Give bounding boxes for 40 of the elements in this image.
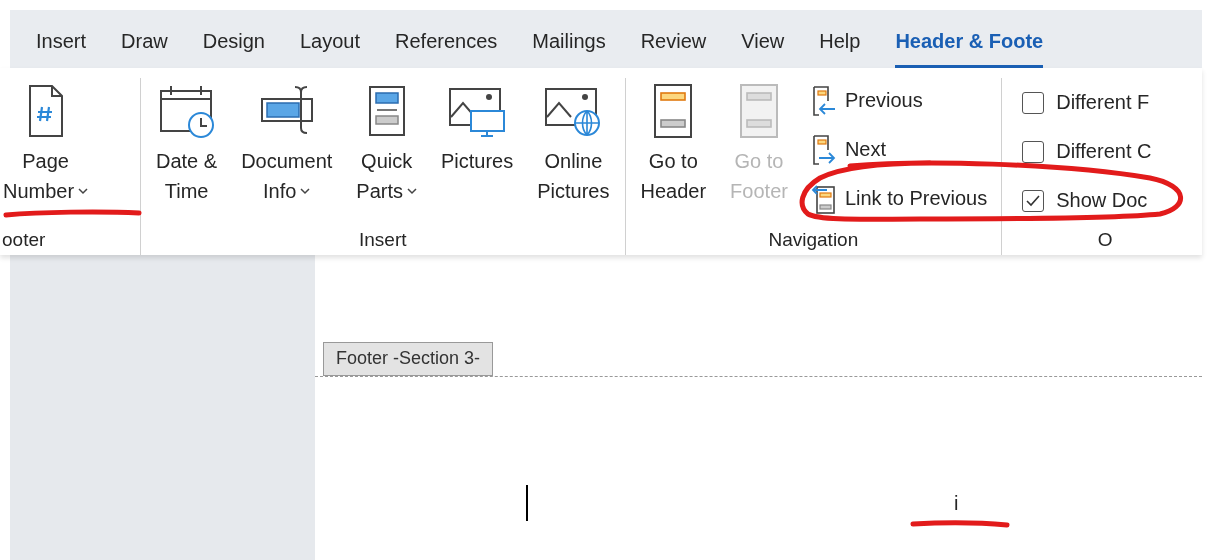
ribbon-tab[interactable]: Help: [819, 12, 861, 68]
ribbon-tab[interactable]: Insert: [36, 12, 87, 68]
ribbon-tab[interactable]: View: [741, 12, 785, 68]
ribbon-button[interactable]: Previous: [810, 83, 988, 118]
ribbon-button[interactable]: Link to Previous: [810, 181, 988, 216]
footer-page-icon: [737, 83, 781, 139]
ribbon-tab[interactable]: Design: [202, 12, 265, 68]
ribbon-button[interactable]: Next: [810, 132, 988, 167]
group-label: Navigation: [767, 228, 860, 252]
page-arrow-left-icon: [810, 84, 837, 117]
chevron-icon: [407, 187, 417, 195]
checkbox-label: Different F: [1056, 91, 1150, 114]
ribbon-button[interactable]: Quick Parts: [355, 78, 418, 206]
group-label: ooter: [2, 228, 47, 252]
page-arrow-right-icon: [810, 133, 837, 166]
chevron-icon: [78, 187, 89, 195]
ribbon-tab[interactable]: References: [395, 12, 498, 68]
ribbon-button[interactable]: Pictures: [440, 78, 515, 176]
link-page-icon: [810, 182, 837, 215]
group-label: O: [1096, 228, 1114, 252]
ribbon-tab[interactable]: Draw: [121, 12, 168, 68]
ribbon-tab[interactable]: Layout: [299, 12, 361, 68]
chevron-icon: [300, 187, 311, 195]
checkbox[interactable]: [1022, 140, 1045, 163]
ribbon-tab[interactable]: Mailings: [532, 12, 606, 68]
checkmark-icon: [1026, 194, 1041, 207]
group-label: Insert: [358, 228, 408, 252]
ribbon-button[interactable]: Date & Time: [155, 78, 219, 206]
text-cursor: [526, 485, 528, 521]
ribbon-button[interactable]: Online Pictures: [536, 78, 611, 206]
checkbox-label: Different C: [1056, 140, 1152, 163]
ribbon-button[interactable]: Go to Header: [639, 78, 708, 206]
ribbon-button[interactable]: Document Info: [240, 78, 334, 206]
checkbox[interactable]: [1022, 91, 1045, 114]
ribbon-tab[interactable]: Review: [640, 12, 707, 68]
checkbox[interactable]: [1022, 189, 1045, 212]
checkbox-label: Show Doc: [1056, 189, 1148, 212]
ribbon-button[interactable]: Page Number: [2, 78, 90, 206]
footer-tag: Footer -Section 3-: [323, 342, 494, 376]
page-number-text: i: [954, 491, 959, 515]
